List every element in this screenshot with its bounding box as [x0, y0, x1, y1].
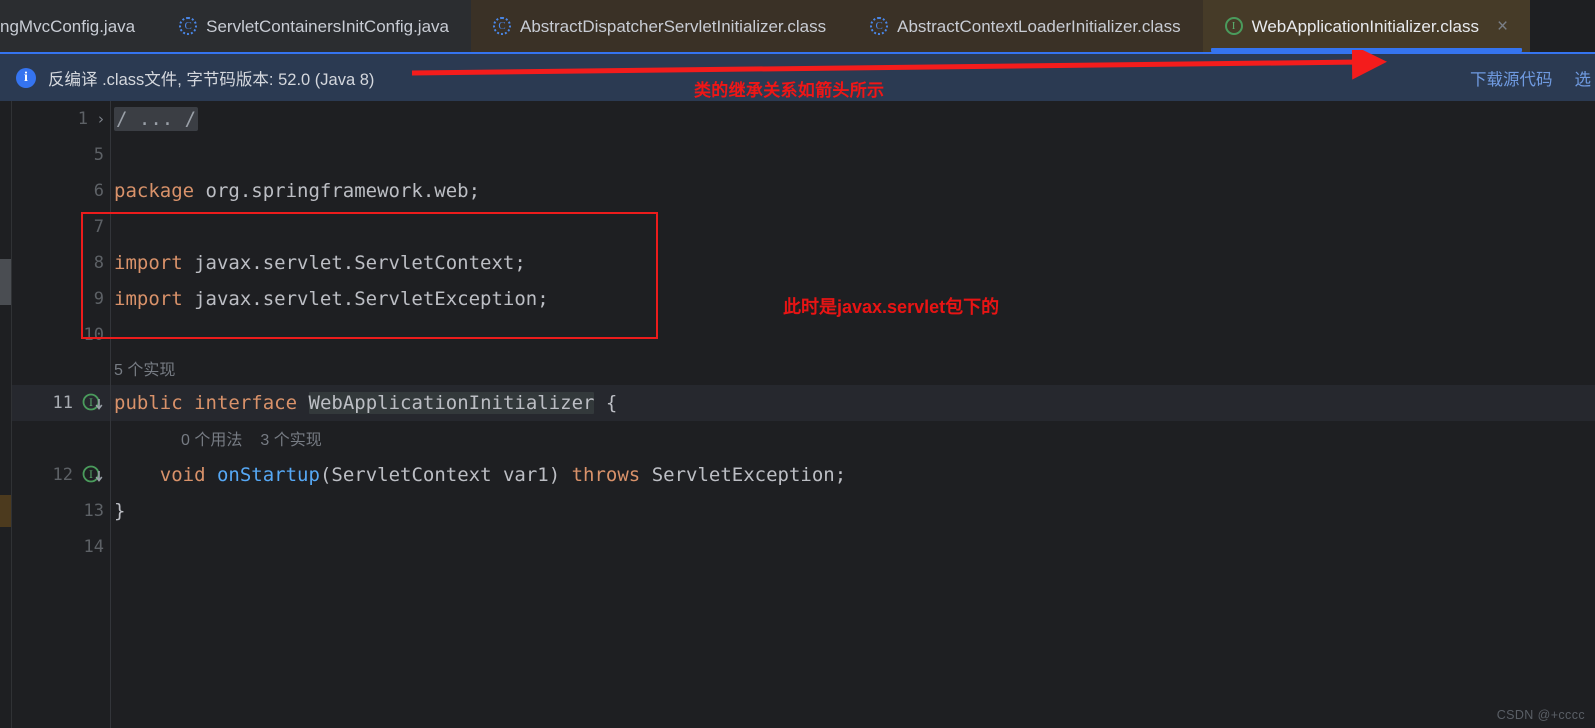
package-name: org.springframework.web; — [194, 180, 481, 202]
close-brace: } — [114, 500, 126, 522]
code-line-1[interactable]: / ... / — [111, 101, 1595, 137]
line-number: 6 — [93, 181, 104, 201]
gutter-line-9[interactable]: 9 — [12, 281, 110, 317]
code-line-7[interactable] — [111, 209, 1595, 245]
gutter-line-5[interactable]: 5 — [12, 137, 110, 173]
method-name[interactable]: onStartup — [217, 464, 320, 486]
tab-webapplicationinitializer[interactable]: I WebApplicationInitializer.class × — [1202, 0, 1531, 52]
usages-hint[interactable]: 0 个用法 — [181, 426, 242, 450]
code-line-14[interactable] — [111, 529, 1595, 565]
editor-gutter[interactable]: 1 › 5 6 7 8 9 10 11 I 12 I 13 14 — [12, 101, 111, 728]
ide-window: ngMvcConfig.java C ServletContainersInit… — [0, 0, 1595, 728]
tab-servletcontainersinitconfig[interactable]: C ServletContainersInitConfig.java — [157, 0, 471, 52]
line-number: 8 — [93, 253, 104, 273]
editor-marker-strip[interactable] — [0, 101, 12, 728]
public-keyword: public — [114, 392, 183, 414]
interface-icon-glyph: I — [1231, 20, 1236, 32]
tab-label: ServletContainersInitConfig.java — [206, 16, 449, 36]
folded-comment[interactable]: / ... / — [114, 107, 199, 131]
notification-actions: 下载源代码 选 — [1470, 54, 1595, 101]
thrown-exception: ServletException; — [640, 464, 847, 486]
gutter-line-1[interactable]: 1 › — [12, 101, 110, 137]
svg-text:I: I — [89, 398, 93, 409]
line-number: 11 — [52, 393, 73, 413]
interface-icon: I — [1224, 17, 1243, 35]
tab-label: AbstractContextLoaderInitializer.class — [897, 16, 1181, 36]
notification-message-group: i 反编译 .class文件, 字节码版本: 52.0 (Java 8) — [0, 66, 374, 90]
close-icon[interactable]: × — [1497, 17, 1508, 36]
class-icon: C — [492, 17, 511, 35]
scrollbar-thumb[interactable] — [0, 259, 11, 305]
code-vision-method[interactable]: 0 个用法 3 个实现 — [111, 423, 1595, 453]
package-keyword: package — [114, 180, 195, 202]
tab-label: ngMvcConfig.java — [0, 16, 136, 36]
fold-expand-icon[interactable]: › — [98, 110, 104, 128]
class-icon-glyph: C — [498, 20, 506, 32]
line-number: 12 — [52, 465, 73, 485]
code-vision-interface[interactable]: 5 个实现 — [111, 353, 1595, 383]
method-implementations-hint[interactable]: 3 个实现 — [260, 426, 321, 450]
info-icon-glyph: i — [24, 69, 28, 85]
choose-sources-link[interactable]: 选 — [1575, 66, 1592, 90]
warning-marker[interactable] — [0, 495, 11, 527]
interface-name[interactable]: WebApplicationInitializer — [308, 392, 595, 414]
gutter-line-8[interactable]: 8 — [12, 245, 110, 281]
line-number: 9 — [93, 289, 104, 309]
import-target: javax.servlet.ServletException; — [182, 288, 549, 310]
tab-abstractcontextloaderinitializer[interactable]: C AbstractContextLoaderInitializer.class — [848, 0, 1203, 52]
download-sources-link[interactable]: 下载源代码 — [1470, 66, 1553, 90]
code-line-13[interactable]: } — [111, 493, 1595, 529]
class-icon: C — [179, 17, 198, 35]
implemented-by-icon[interactable]: I — [82, 465, 104, 485]
code-line-6[interactable]: package org.springframework.web; — [111, 173, 1595, 209]
line-number: 5 — [93, 145, 104, 165]
code-editor[interactable]: 1 › 5 6 7 8 9 10 11 I 12 I 13 14 / ... /… — [0, 101, 1595, 728]
import-keyword: import — [114, 252, 183, 274]
watermark: CSDN @+cccc — [1496, 708, 1585, 722]
tab-ngmvcconfig[interactable]: ngMvcConfig.java — [0, 0, 158, 52]
line-number: 14 — [83, 537, 104, 557]
line-number: 10 — [83, 325, 104, 345]
gutter-line-6[interactable]: 6 — [12, 173, 110, 209]
line-number: 7 — [93, 217, 104, 237]
code-line-8[interactable]: import javax.servlet.ServletContext; — [111, 245, 1595, 281]
editor-tab-bar: ngMvcConfig.java C ServletContainersInit… — [0, 0, 1595, 52]
void-keyword: void — [159, 464, 206, 486]
interface-keyword: interface — [194, 392, 298, 414]
class-icon-glyph: C — [875, 20, 883, 32]
gutter-line-11[interactable]: 11 I — [12, 385, 110, 421]
gutter-line-13[interactable]: 13 — [12, 493, 110, 529]
implemented-by-icon[interactable]: I — [82, 393, 104, 413]
tab-abstractdispatcherservletinitializer[interactable]: C AbstractDispatcherServletInitializer.c… — [470, 0, 849, 52]
import-target: javax.servlet.ServletContext; — [182, 252, 526, 274]
class-icon-glyph: C — [184, 20, 192, 32]
gutter-line-14[interactable]: 14 — [12, 529, 110, 565]
code-line-11[interactable]: public interface WebApplicationInitializ… — [111, 385, 1595, 421]
implementations-hint[interactable]: 5 个实现 — [114, 356, 175, 380]
inheritance-arrow-annotation — [411, 50, 1387, 80]
line-number: 1 — [77, 109, 88, 129]
code-line-5[interactable] — [111, 137, 1595, 173]
svg-text:I: I — [89, 470, 93, 481]
gutter-line-10[interactable]: 10 — [12, 317, 110, 353]
code-line-12[interactable]: void onStartup (ServletContext var1) thro… — [111, 457, 1595, 493]
open-brace: { — [594, 392, 618, 414]
code-line-10[interactable] — [111, 317, 1595, 353]
info-icon: i — [16, 67, 36, 88]
class-icon: C — [870, 17, 889, 35]
line-number: 13 — [83, 501, 104, 521]
tab-label: WebApplicationInitializer.class — [1251, 16, 1480, 36]
throws-keyword: throws — [571, 464, 641, 486]
notification-message: 反编译 .class文件, 字节码版本: 52.0 (Java 8) — [48, 70, 375, 89]
method-parameters: (ServletContext var1) — [319, 464, 572, 486]
code-content[interactable]: / ... / package org.springframework.web;… — [111, 101, 1595, 728]
import-keyword: import — [114, 288, 183, 310]
gutter-line-12[interactable]: 12 I — [12, 457, 110, 493]
javax-annotation-label: 此时是javax.servlet包下的 — [783, 297, 1000, 317]
gutter-line-7[interactable]: 7 — [12, 209, 110, 245]
tab-label: AbstractDispatcherServletInitializer.cla… — [519, 16, 827, 36]
